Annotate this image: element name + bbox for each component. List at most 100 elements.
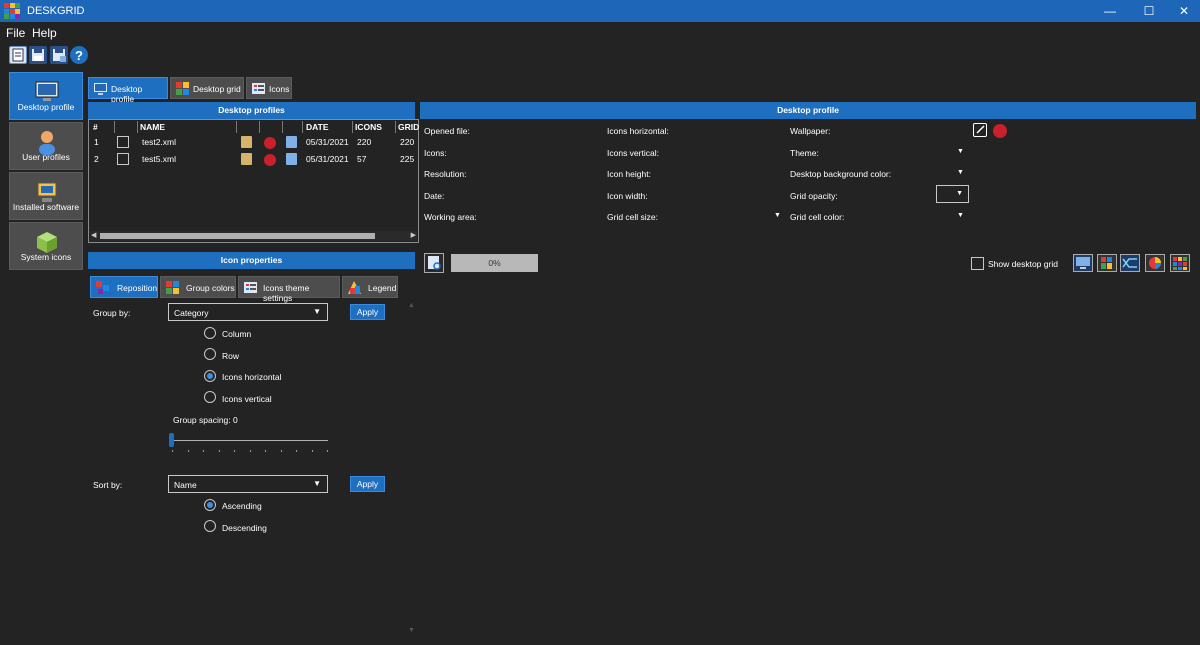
help-icon[interactable]: ? [70, 46, 88, 64]
slider-tick [327, 450, 328, 452]
svg-text:?: ? [75, 48, 83, 63]
group-by-select[interactable]: Category ▼ [168, 303, 328, 321]
column-header-name[interactable]: NAME [140, 122, 165, 132]
column-separator [137, 121, 138, 133]
column-header-date[interactable]: DATE [306, 122, 329, 132]
date-label: Date: [424, 191, 445, 201]
radio-descending[interactable] [204, 520, 216, 532]
slider-tick [249, 450, 251, 452]
sidebar-item-desktop-profile[interactable]: Desktop profile [9, 72, 83, 120]
radio-icons-horizontal-label: Icons horizontal [222, 372, 282, 382]
tab-icons[interactable]: Icons [246, 77, 292, 99]
radio-column[interactable] [204, 327, 216, 339]
delete-icon[interactable] [264, 137, 276, 149]
grid-opacity-label: Grid opacity: [790, 191, 838, 201]
new-profile-icon[interactable] [9, 46, 27, 64]
list-icon [252, 83, 265, 94]
delete-icon[interactable] [264, 154, 276, 166]
working-area-label: Working area: [424, 212, 477, 222]
shuffle-icon[interactable] [1120, 254, 1140, 272]
show-desktop-grid-label: Show desktop grid [988, 259, 1058, 269]
row-checkbox[interactable] [117, 153, 129, 165]
grid-cell-color-label: Grid cell color: [790, 212, 845, 222]
maximize-button[interactable]: ☐ [1131, 0, 1167, 22]
minimize-button[interactable]: — [1092, 0, 1128, 22]
delete-wallpaper-icon[interactable] [993, 124, 1007, 138]
row-name[interactable]: test5.xml [142, 154, 176, 164]
group-spacing-slider[interactable] [170, 440, 328, 441]
background-color-dropdown[interactable]: ▼ [957, 169, 964, 176]
group-apply-button[interactable]: Apply [350, 304, 385, 320]
tab-legend[interactable]: Legend [342, 276, 398, 298]
close-button[interactable]: ✕ [1166, 0, 1200, 22]
column-separator [236, 121, 237, 133]
radio-icons-horizontal[interactable] [204, 370, 216, 382]
grid-opacity-dropdown[interactable]: ▼ [936, 185, 969, 203]
group-spacing-slider-thumb[interactable] [169, 433, 174, 447]
grid-cell-size-dropdown[interactable]: ▼ [774, 212, 781, 219]
monitor-icon[interactable] [1073, 254, 1093, 272]
load-profile-icon[interactable] [241, 153, 252, 165]
desktop-profile-header: Desktop profile [420, 102, 1196, 119]
slider-tick [311, 450, 313, 452]
scrollbar-thumb[interactable] [100, 233, 375, 239]
progress-text: 0% [488, 258, 501, 268]
tab-desktop-grid[interactable]: Desktop grid [170, 77, 244, 99]
sidebar-item-installed-software[interactable]: Installed software [9, 172, 83, 220]
grid-cell-color-dropdown[interactable]: ▼ [957, 212, 964, 219]
radio-ascending-label: Ascending [222, 501, 262, 511]
chevron-down-icon: ▼ [313, 479, 321, 488]
sort-apply-button[interactable]: Apply [350, 476, 385, 492]
scroll-up-icon[interactable]: ▲ [408, 302, 415, 309]
icons-vertical-label: Icons vertical: [607, 148, 659, 158]
row-name[interactable]: test2.xml [142, 137, 176, 147]
radio-icons-vertical-label: Icons vertical [222, 394, 272, 404]
edit-wallpaper-icon[interactable] [973, 123, 987, 137]
column-header-grid[interactable]: GRID [398, 122, 419, 132]
scan-icon[interactable] [424, 253, 444, 273]
progress-bar: 0% [451, 254, 538, 272]
icons-horizontal-label: Icons horizontal: [607, 126, 669, 136]
sort-by-select[interactable]: Name ▼ [168, 475, 328, 493]
radio-icons-vertical[interactable] [204, 391, 216, 403]
column-separator [259, 121, 260, 133]
slider-tick [203, 450, 204, 452]
scroll-left-icon[interactable]: ◀ [91, 231, 96, 239]
color-wheel-icon[interactable] [1145, 254, 1165, 272]
save-as-icon[interactable] [50, 46, 68, 64]
sort-by-label: Sort by: [93, 480, 123, 490]
icon-width-label: Icon width: [607, 191, 648, 201]
legend-grid-icon[interactable] [1170, 254, 1190, 272]
tab-reposition[interactable]: Reposition [90, 276, 158, 298]
grid-icon [176, 82, 189, 95]
tab-desktop-profile[interactable]: Desktop profile [88, 77, 168, 104]
sidebar-item-user-profiles[interactable]: User profiles [9, 122, 83, 170]
radio-row[interactable] [204, 348, 216, 360]
export-icon[interactable] [286, 136, 297, 148]
scroll-right-icon[interactable]: ▶ [411, 231, 416, 239]
menu-file[interactable]: File [6, 26, 25, 40]
row-checkbox[interactable] [117, 136, 129, 148]
profiles-table: # NAME DATE ICONS GRID 1 test2.xml 05/31… [88, 119, 419, 243]
theme-label: Theme: [790, 148, 819, 158]
tab-group-colors[interactable]: Group colors [160, 276, 236, 298]
export-icon[interactable] [286, 153, 297, 165]
scroll-down-icon[interactable]: ▼ [408, 627, 415, 634]
row-icons: 220 [357, 137, 372, 147]
menu-help[interactable]: Help [32, 26, 57, 40]
legend-icon [348, 281, 361, 294]
tab-icons-theme-settings[interactable]: Icons theme settings [238, 276, 340, 303]
row-icons: 57 [357, 154, 367, 164]
group-colors-icon[interactable] [1097, 254, 1117, 272]
save-icon[interactable] [29, 46, 47, 64]
slider-tick [265, 450, 266, 452]
load-profile-icon[interactable] [241, 136, 252, 148]
radio-ascending[interactable] [204, 499, 216, 511]
opened-file-label: Opened file: [424, 126, 470, 136]
horizontal-scrollbar[interactable]: ◀ ▶ [90, 231, 417, 241]
column-header-icons[interactable]: ICONS [355, 122, 382, 132]
sidebar-item-system-icons[interactable]: System icons [9, 222, 83, 270]
slider-tick [296, 450, 297, 452]
show-desktop-grid-checkbox[interactable] [971, 257, 984, 270]
theme-dropdown[interactable]: ▼ [957, 148, 964, 155]
